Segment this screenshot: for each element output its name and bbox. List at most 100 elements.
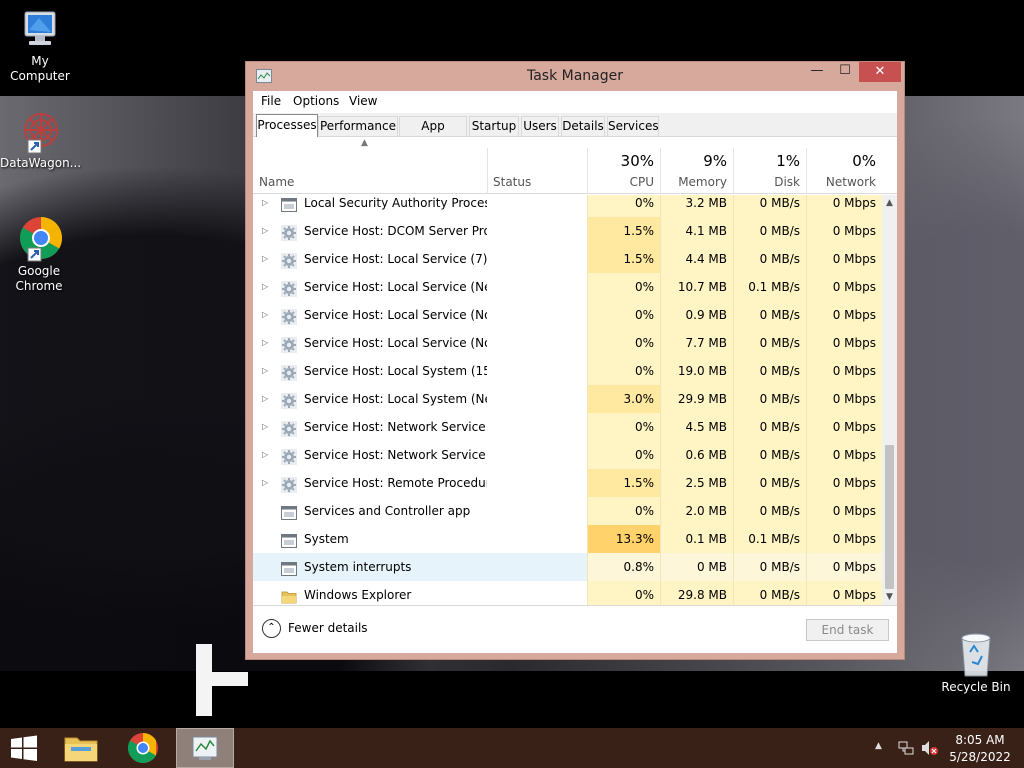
process-status [487,385,587,413]
process-network: 0 Mbps [806,581,882,605]
close-button[interactable]: ✕ [859,62,901,82]
disk-total-percent: 1% [776,152,800,170]
clock-date[interactable]: 5/28/2022 [940,750,1020,764]
end-task-button[interactable]: End task [806,619,889,641]
expand-chevron-icon[interactable]: ▷ [262,301,268,329]
scroll-thumb[interactable] [885,445,894,589]
column-header-cpu[interactable]: 30% CPU [587,138,660,194]
process-memory: 2.0 MB [660,497,733,525]
process-memory: 0 MB [660,553,733,581]
column-header-memory[interactable]: 9% Memory [660,138,733,194]
volume-muted-icon[interactable] [921,740,939,756]
service-window-icon [281,195,297,212]
process-row[interactable]: System 13.3% 0.1 MB 0.1 MB/s 0 Mbps [253,525,882,553]
column-header-network[interactable]: 0% Network [806,138,882,194]
desktop-icon-google-chrome[interactable]: Google Chrome [0,216,78,294]
tab-details[interactable]: Details [561,116,605,136]
tab-app-history[interactable]: App history [399,116,467,151]
expand-chevron-icon[interactable]: ▷ [262,385,268,413]
process-name-cell: System interrupts [253,553,487,581]
window-client-area: File Options View Processes Performance … [253,91,897,653]
process-row[interactable]: ▷ Service Host: Network Service (4) 0% 4.5 … [253,413,882,441]
expand-chevron-icon[interactable]: ▷ [262,245,268,273]
scroll-track[interactable] [882,211,897,589]
column-header-status[interactable]: Status [487,138,587,194]
process-disk: 0 MB/s [733,497,806,525]
process-disk: 0 MB/s [733,301,806,329]
process-disk: 0 MB/s [733,217,806,245]
desktop-icon-datawagon[interactable]: DataWagon... [0,110,81,171]
process-row[interactable]: Services and Controller app 0% 2.0 MB 0 MB/… [253,497,882,525]
process-name-cell: ▷ Service Host: Local System (15) [253,357,487,385]
process-row[interactable]: System interrupts 0.8% 0 MB 0 MB/s 0 Mbps [253,553,882,581]
process-name: Service Host: Local System (15) [304,364,487,378]
gear-icon [281,251,297,269]
expand-chevron-icon[interactable]: ▷ [262,469,268,497]
process-row[interactable]: ▷ Service Host: Local Service (No ... 0% 7.… [253,329,882,357]
minimize-button[interactable]: — [803,62,831,82]
expand-chevron-icon[interactable]: ▷ [262,413,268,441]
scroll-down-arrow-icon[interactable]: ▼ [882,589,897,605]
menu-options[interactable]: Options [293,94,339,108]
expand-chevron-icon[interactable]: ▷ [262,273,268,301]
process-name: Service Host: Network Service (4) [304,420,487,434]
process-row[interactable]: ▷ Service Host: Network Service (... 0% 0.6… [253,441,882,469]
process-row[interactable]: ▷ Service Host: Local System (Net... 3.0%2… [253,385,882,413]
show-hidden-icons-chevron-icon[interactable]: ▲ [875,741,882,751]
process-row[interactable]: ▷ Service Host: Local Service (Net... 0%10… [253,273,882,301]
process-disk: 0 MB/s [733,469,806,497]
process-network: 0 Mbps [806,301,882,329]
column-label: Network [825,175,876,189]
task-manager-window: Task Manager — ☐ ✕ File Options View Pro… [245,61,905,660]
menu-file[interactable]: File [261,94,281,108]
chrome-icon [19,217,62,262]
network-icon[interactable] [898,740,914,756]
vertical-scrollbar[interactable]: ▲ ▼ [882,195,897,605]
menu-view[interactable]: View [349,94,377,108]
taskbar-task-manager[interactable] [176,728,234,768]
expand-chevron-icon[interactable]: ▷ [262,217,268,245]
tab-users[interactable]: Users [521,116,559,136]
desktop-icon-my-computer[interactable]: My Computer [0,8,80,84]
tab-performance[interactable]: Performance [318,116,398,136]
process-row[interactable]: ▷ Service Host: Remote Procedure... 1.5%2.… [253,469,882,497]
tab-services[interactable]: Services [607,116,659,136]
gear-icon [281,475,297,493]
start-button[interactable] [0,728,48,768]
process-row[interactable]: ▷ Service Host: DCOM Server Proc... 1.5%4.… [253,217,882,245]
desktop-icon-recycle-bin[interactable]: Recycle Bin [940,630,1012,695]
footer-bar: ⌃ Fewer details End task [253,605,897,653]
title-bar[interactable]: Task Manager — ☐ ✕ [246,62,904,92]
tab-processes[interactable]: Processes [256,114,318,137]
taskbar-file-explorer[interactable] [56,728,106,768]
process-row[interactable]: ▷ Service Host: Local System (15) 0% 19.0 M… [253,357,882,385]
fewer-details-link[interactable]: Fewer details [288,621,368,635]
process-network: 0 Mbps [806,273,882,301]
maximize-button[interactable]: ☐ [831,62,859,82]
expand-chevron-icon[interactable]: ▷ [262,329,268,357]
memory-total-percent: 9% [703,152,727,170]
process-row[interactable]: ▷ Local Security Authority Process... 0%3.… [253,195,882,217]
process-name-cell: ▷ Service Host: Local System (Net... [253,385,487,413]
process-network: 0 Mbps [806,357,882,385]
process-row[interactable]: ▷Service Host: Local Service (No I...0%0… [253,301,882,329]
process-network: 0 Mbps [806,413,882,441]
taskbar-google-chrome[interactable] [118,728,168,768]
expand-chevron-icon[interactable]: ▷ [262,441,268,469]
scroll-up-arrow-icon[interactable]: ▲ [882,195,897,211]
process-row[interactable]: ▷ Service Host: Local Service (7) 1.5% 4.4 … [253,245,882,273]
process-row[interactable]: Windows Explorer 0% 29.8 MB 0 MB/s 0 Mbps [253,581,882,605]
expand-chevron-icon[interactable]: ▷ [262,357,268,385]
task-manager-app-icon[interactable] [256,69,272,83]
clock-time[interactable]: 8:05 AM [940,733,1020,747]
expand-chevron-icon[interactable]: ▷ [262,195,268,217]
gear-icon [281,447,297,465]
column-label: Disk [774,175,800,189]
column-header-name[interactable]: ▲ Name [253,138,487,194]
column-label: Status [493,175,532,189]
windows-logo-icon [11,735,37,761]
collapse-up-icon[interactable]: ⌃ [262,619,281,638]
gear-icon [281,391,297,409]
tab-startup[interactable]: Startup [469,116,519,136]
column-header-disk[interactable]: 1% Disk [733,138,806,194]
